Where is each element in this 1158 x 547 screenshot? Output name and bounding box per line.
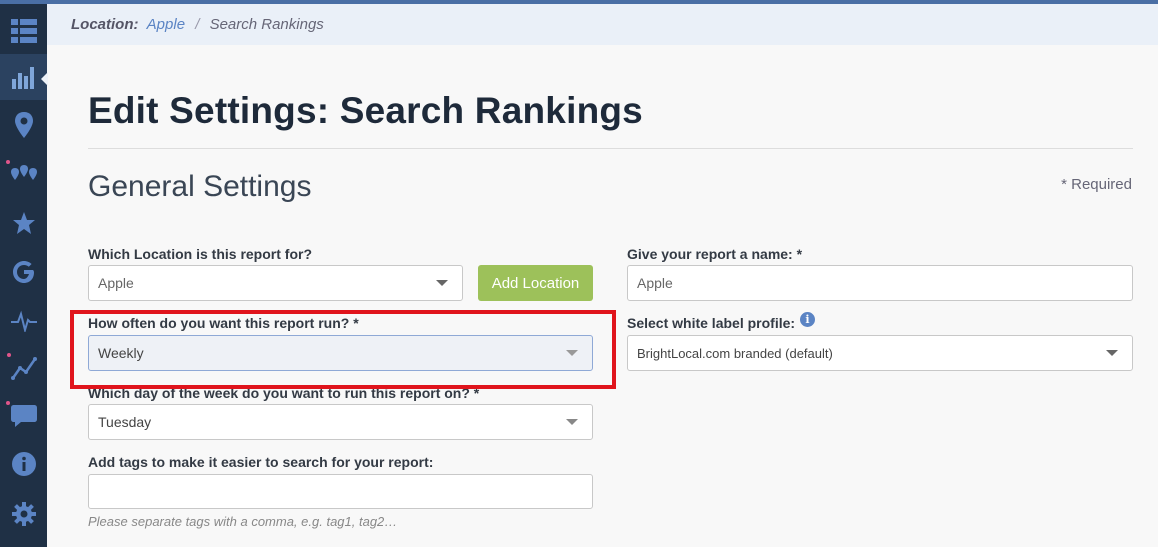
grid-icon[interactable] bbox=[0, 8, 47, 54]
chat-icon[interactable] bbox=[0, 393, 47, 439]
trend-icon[interactable] bbox=[0, 345, 47, 391]
breadcrumb-separator: / bbox=[195, 16, 200, 33]
frequency-label: How often do you want this report run? * bbox=[88, 315, 359, 331]
frequency-select[interactable]: Weekly bbox=[88, 335, 593, 371]
active-indicator bbox=[41, 72, 48, 86]
page-title: Edit Settings: Search Rankings bbox=[88, 90, 643, 131]
pulse-icon[interactable] bbox=[0, 298, 47, 344]
title-divider bbox=[88, 148, 1133, 149]
white-label-label: Select white label profile: bbox=[627, 315, 796, 331]
add-location-button[interactable]: Add Location bbox=[478, 265, 593, 301]
tags-hint: Please separate tags with a comma, e.g. … bbox=[88, 514, 398, 529]
report-name-value: Apple bbox=[637, 275, 673, 291]
day-of-week-label: Which day of the week do you want to run… bbox=[88, 385, 480, 401]
chevron-down-icon bbox=[566, 350, 578, 356]
white-label-select-value: BrightLocal.com branded (default) bbox=[637, 345, 833, 361]
sidebar bbox=[0, 4, 48, 547]
chevron-down-icon bbox=[1106, 350, 1118, 356]
chevron-down-icon bbox=[436, 280, 448, 286]
breadcrumb-current: Search Rankings bbox=[209, 16, 324, 33]
location-select-value: Apple bbox=[98, 275, 134, 291]
breadcrumb-prefix: Location: bbox=[71, 16, 139, 33]
frequency-select-value: Weekly bbox=[98, 345, 144, 361]
tags-input[interactable] bbox=[88, 474, 593, 509]
white-label-select[interactable]: BrightLocal.com branded (default) bbox=[627, 335, 1133, 371]
tags-label: Add tags to make it easier to search for… bbox=[88, 454, 434, 470]
breadcrumb: Location: Apple / Search Rankings bbox=[47, 4, 1158, 45]
day-of-week-select-value: Tuesday bbox=[98, 414, 152, 430]
map-pin-icon[interactable] bbox=[0, 102, 47, 148]
star-icon[interactable] bbox=[0, 200, 47, 246]
day-of-week-select[interactable]: Tuesday bbox=[88, 404, 593, 440]
section-title: General Settings bbox=[88, 170, 312, 203]
info-circle-icon[interactable] bbox=[0, 441, 47, 487]
multi-pin-icon[interactable] bbox=[0, 150, 47, 196]
info-icon[interactable]: i bbox=[800, 312, 815, 327]
chevron-down-icon bbox=[566, 419, 578, 425]
location-label: Which Location is this report for? bbox=[88, 246, 312, 262]
report-name-input[interactable]: Apple bbox=[627, 265, 1133, 301]
location-select[interactable]: Apple bbox=[88, 265, 463, 301]
report-name-label: Give your report a name: * bbox=[627, 246, 803, 262]
bar-chart-icon[interactable] bbox=[0, 54, 47, 100]
gear-icon[interactable] bbox=[0, 491, 47, 537]
required-note: * Required bbox=[1061, 176, 1132, 193]
google-icon[interactable] bbox=[0, 249, 47, 295]
breadcrumb-location-link[interactable]: Apple bbox=[147, 16, 185, 33]
